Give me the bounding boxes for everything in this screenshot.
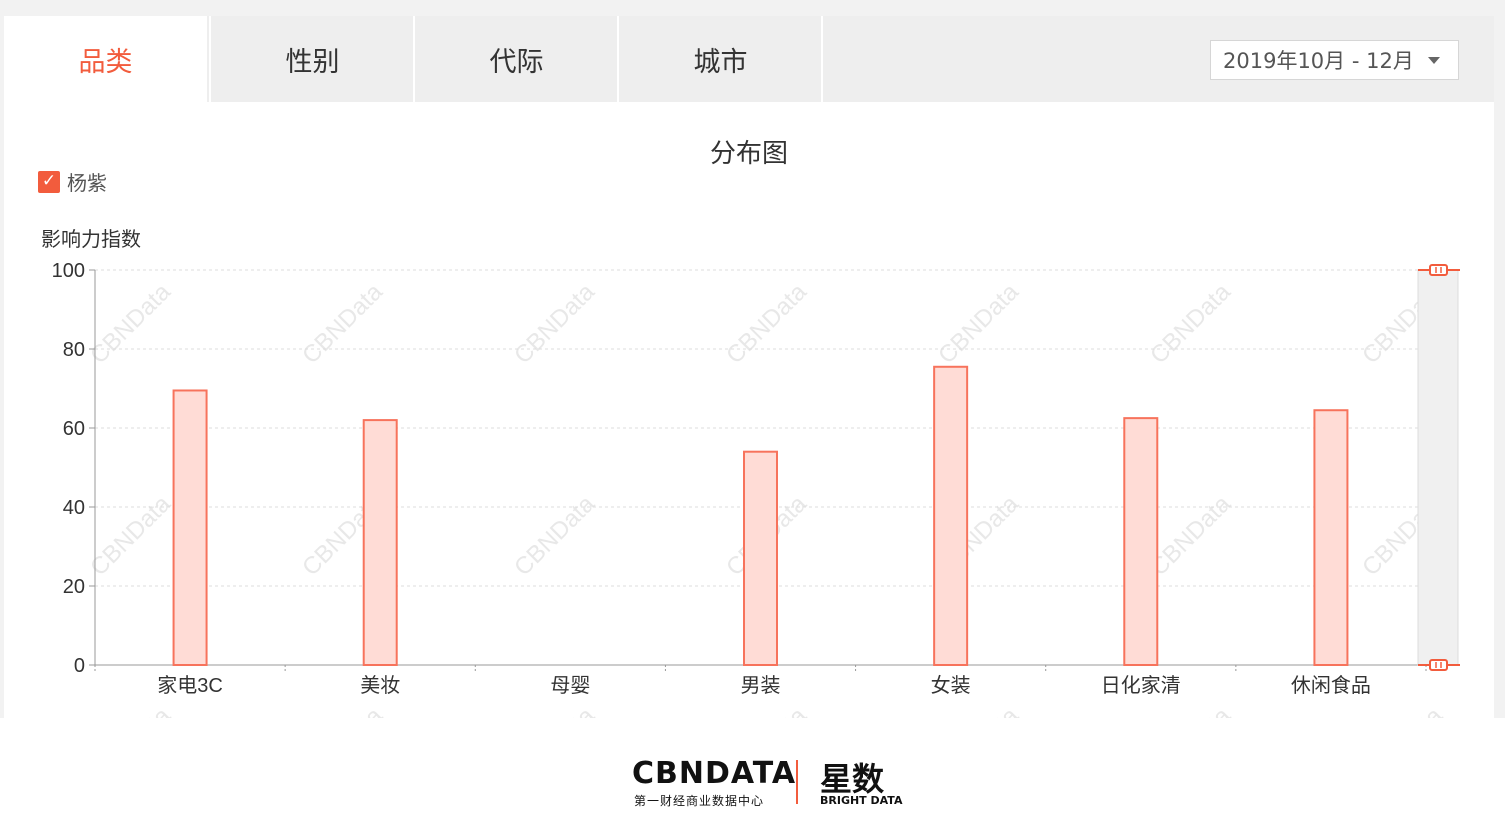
bar[interactable] [362,419,398,666]
y-tick-label: 20 [63,576,85,598]
x-tick-label: 母婴 [550,675,590,697]
watermark-text: CBNData [85,278,176,369]
y-tick-label: 80 [63,339,85,361]
x-tick-label: 美妆 [360,674,400,697]
watermark-text: CBNData [933,278,1024,369]
data-zoom-handle[interactable] [1429,264,1448,276]
data-zoom-handle[interactable] [1429,659,1448,671]
bar-chart: CBNData CBNData CBNData CBNData CBNData CBNDa… [52,260,1460,793]
logo-divider [796,760,798,804]
data-zoom-slider [1417,264,1460,671]
watermark-text: CBNData [721,278,812,369]
watermark-text: CBNData [509,278,600,369]
y-tick-label: 0 [74,655,85,677]
data-zoom-track[interactable] [1417,269,1459,666]
x-tick-label: 休闲食品 [1291,674,1371,697]
bar[interactable] [1313,409,1349,666]
y-tick-label: 60 [63,418,85,440]
watermark-text: CBNData [85,490,176,581]
bar[interactable] [1123,417,1159,666]
cbndata-logo: CBNDATA [632,756,797,791]
y-tick-label: 100 [52,260,85,282]
footer: CBNDATA 第一财经商业数据中心 星数 BRIGHT DATA [0,718,1505,822]
brightdata-logo-subtitle: BRIGHT DATA [820,794,903,807]
bar[interactable] [933,365,969,666]
bar[interactable] [172,389,208,666]
x-tick-label: 男装 [741,674,781,697]
x-tick-label: 女装 [931,674,971,697]
watermark-text: CBNData [509,490,600,581]
x-tick-label: 家电3C [157,674,223,697]
watermark-text: CBNData [1145,278,1236,369]
bar[interactable] [743,450,778,667]
watermark-text: CBNData [1145,490,1236,581]
cbndata-logo-subtitle: 第一财经商业数据中心 [634,794,765,808]
y-tick-label: 40 [63,497,85,519]
watermark-text: CBNData [297,278,388,369]
x-tick-label: 日化家清 [1101,674,1181,697]
